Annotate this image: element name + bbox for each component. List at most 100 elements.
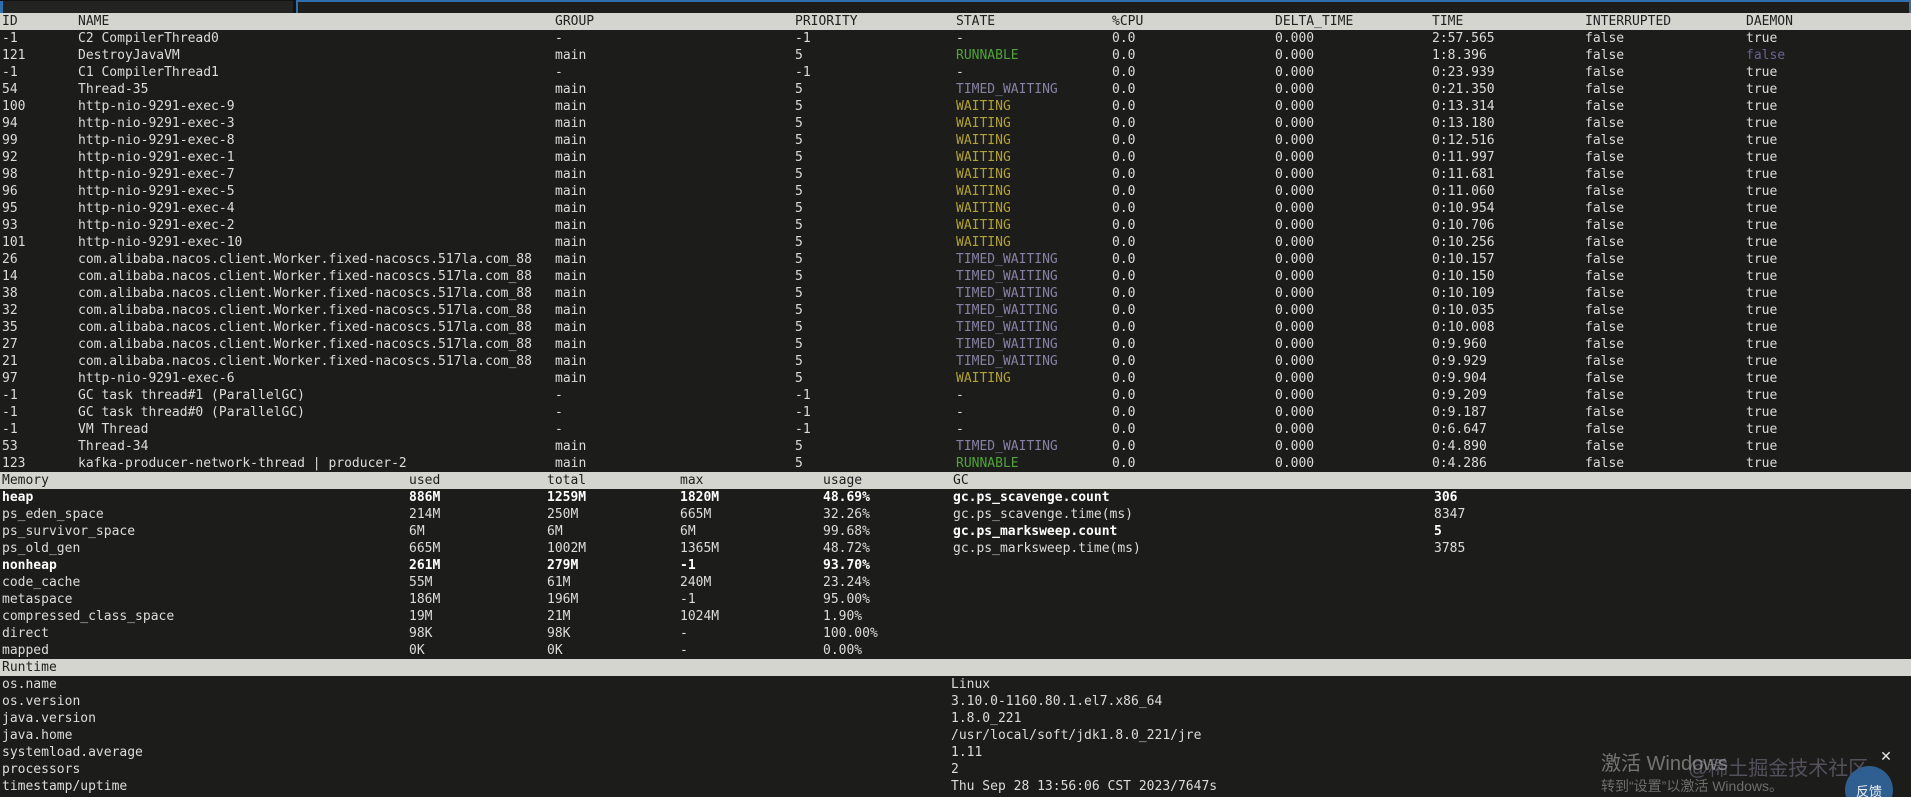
column-header: DELTA_TIME	[1275, 14, 1354, 29]
cell-thread-delta-time: 0.000	[1275, 31, 1315, 46]
cell-thread-name: http-nio-9291-exec-3	[78, 116, 235, 131]
cell-thread-cpu: 0.0	[1112, 116, 1136, 131]
cell-memory-label: nonheap	[2, 558, 57, 573]
cell-thread-time: 0:10.954	[1432, 201, 1495, 216]
cell-thread-group: main	[555, 337, 587, 352]
thread-table: ID NAME GROUP PRIORITY STATE %CPU DELTA_TIME TI…	[0, 13, 1911, 472]
cell-thread-cpu: 0.0	[1112, 150, 1136, 165]
column-header: max	[680, 473, 704, 488]
cell-thread-group: main	[555, 456, 587, 471]
cell-thread-daemon: true	[1746, 320, 1778, 335]
cell-thread-cpu: 0.0	[1112, 167, 1136, 182]
cell-thread-priority: 5	[795, 99, 803, 114]
cell-thread-time: 0:10.008	[1432, 320, 1495, 335]
cell-thread-delta-time: 0.000	[1275, 337, 1315, 352]
cell-thread-time: 2:57.565	[1432, 31, 1495, 46]
cell-memory-label: metaspace	[2, 592, 73, 607]
cell-thread-delta-time: 0.000	[1275, 388, 1315, 403]
cell-thread-cpu: 0.0	[1112, 337, 1136, 352]
cell-thread-priority: -1	[795, 31, 811, 46]
thread-row: 96 http-nio-9291-exec-5 main 5 WAITING 0…	[0, 183, 1911, 200]
cell-memory-used: 19M	[409, 609, 433, 624]
cell-thread-name: DestroyJavaVM	[78, 48, 180, 63]
cell-thread-cpu: 0.0	[1112, 184, 1136, 199]
terminal-screen: ID NAME GROUP PRIORITY STATE %CPU DELTA_TIME TI…	[0, 0, 1911, 797]
cell-thread-state: TIMED_WAITING	[956, 303, 1058, 318]
cell-thread-state: RUNNABLE	[956, 48, 1019, 63]
cell-memory-label: ps_eden_space	[2, 507, 104, 522]
cell-thread-daemon: true	[1746, 439, 1778, 454]
cell-thread-cpu: 0.0	[1112, 388, 1136, 403]
cell-thread-id: 26	[2, 252, 18, 267]
thread-row: 123 kafka-producer-network-thread | prod…	[0, 455, 1911, 472]
cell-thread-interrupted: false	[1585, 133, 1625, 148]
cell-thread-state: WAITING	[956, 116, 1011, 131]
cell-thread-id: -1	[2, 422, 18, 437]
cell-memory-total: 250M	[547, 507, 579, 522]
cell-thread-delta-time: 0.000	[1275, 354, 1315, 369]
cell-gc-value: 8347	[1434, 507, 1466, 522]
cell-thread-priority: 5	[795, 235, 803, 250]
cell-thread-interrupted: false	[1585, 456, 1625, 471]
cell-thread-cpu: 0.0	[1112, 218, 1136, 233]
cell-thread-daemon: true	[1746, 99, 1778, 114]
cell-thread-cpu: 0.0	[1112, 456, 1136, 471]
cell-thread-priority: 5	[795, 48, 803, 63]
cell-thread-name: http-nio-9291-exec-10	[78, 235, 243, 250]
memory-table-header: Memory used total max usage GC	[0, 472, 1911, 489]
cell-thread-name: C1 CompilerThread1	[78, 65, 219, 80]
thread-row: 38 com.alibaba.nacos.client.Worker.fixed…	[0, 285, 1911, 302]
cell-thread-id: 92	[2, 150, 18, 165]
cell-thread-group: main	[555, 252, 587, 267]
cell-memory-used: 6M	[409, 524, 425, 539]
cell-thread-priority: 5	[795, 116, 803, 131]
close-icon[interactable]: ✕	[1878, 748, 1894, 764]
cell-thread-id: -1	[2, 31, 18, 46]
runtime-row: java.home /usr/local/soft/jdk1.8.0_221/j…	[0, 727, 1911, 744]
cell-memory-total: 1259M	[547, 490, 587, 505]
cell-thread-daemon: true	[1746, 133, 1778, 148]
cell-thread-cpu: 0.0	[1112, 439, 1136, 454]
cell-thread-group: -	[555, 31, 563, 46]
cell-memory-total: 0K	[547, 643, 563, 658]
cell-thread-id: 96	[2, 184, 18, 199]
cell-thread-state: WAITING	[956, 99, 1011, 114]
cell-thread-state: RUNNABLE	[956, 456, 1019, 471]
thread-row: 93 http-nio-9291-exec-2 main 5 WAITING 0…	[0, 217, 1911, 234]
cell-thread-name: http-nio-9291-exec-6	[78, 371, 235, 386]
column-header: TIME	[1432, 14, 1464, 29]
thread-row: 92 http-nio-9291-exec-1 main 5 WAITING 0…	[0, 149, 1911, 166]
cell-thread-delta-time: 0.000	[1275, 456, 1315, 471]
cell-thread-daemon: true	[1746, 371, 1778, 386]
cell-thread-state: TIMED_WAITING	[956, 320, 1058, 335]
cell-thread-delta-time: 0.000	[1275, 184, 1315, 199]
memory-row: direct 98K 98K - 100.00%	[0, 625, 1911, 642]
memory-row: nonheap 261M 279M -1 93.70%	[0, 557, 1911, 574]
cell-thread-time: 0:10.706	[1432, 218, 1495, 233]
cell-thread-delta-time: 0.000	[1275, 303, 1315, 318]
cell-thread-name: http-nio-9291-exec-5	[78, 184, 235, 199]
cell-thread-group: main	[555, 48, 587, 63]
column-header: usage	[823, 473, 863, 488]
cell-thread-delta-time: 0.000	[1275, 439, 1315, 454]
thread-row: 97 http-nio-9291-exec-6 main 5 WAITING 0…	[0, 370, 1911, 387]
cell-memory-label: heap	[2, 490, 34, 505]
cell-memory-usage: 1.90%	[823, 609, 863, 624]
cell-thread-group: -	[555, 422, 563, 437]
cell-thread-priority: -1	[795, 422, 811, 437]
cell-thread-group: main	[555, 201, 587, 216]
cell-thread-id: 93	[2, 218, 18, 233]
cell-thread-cpu: 0.0	[1112, 99, 1136, 114]
cell-thread-id: 98	[2, 167, 18, 182]
thread-row: 94 http-nio-9291-exec-3 main 5 WAITING 0…	[0, 115, 1911, 132]
cell-thread-id: 38	[2, 286, 18, 301]
cell-thread-priority: -1	[795, 405, 811, 420]
thread-row: 35 com.alibaba.nacos.client.Worker.fixed…	[0, 319, 1911, 336]
cell-thread-daemon: true	[1746, 388, 1778, 403]
cell-thread-cpu: 0.0	[1112, 65, 1136, 80]
memory-row: mapped 0K 0K - 0.00%	[0, 642, 1911, 659]
cell-thread-time: 0:4.890	[1432, 439, 1487, 454]
cell-thread-interrupted: false	[1585, 218, 1625, 233]
cell-runtime-key: java.version	[2, 711, 96, 726]
cell-gc-value: 3785	[1434, 541, 1466, 556]
